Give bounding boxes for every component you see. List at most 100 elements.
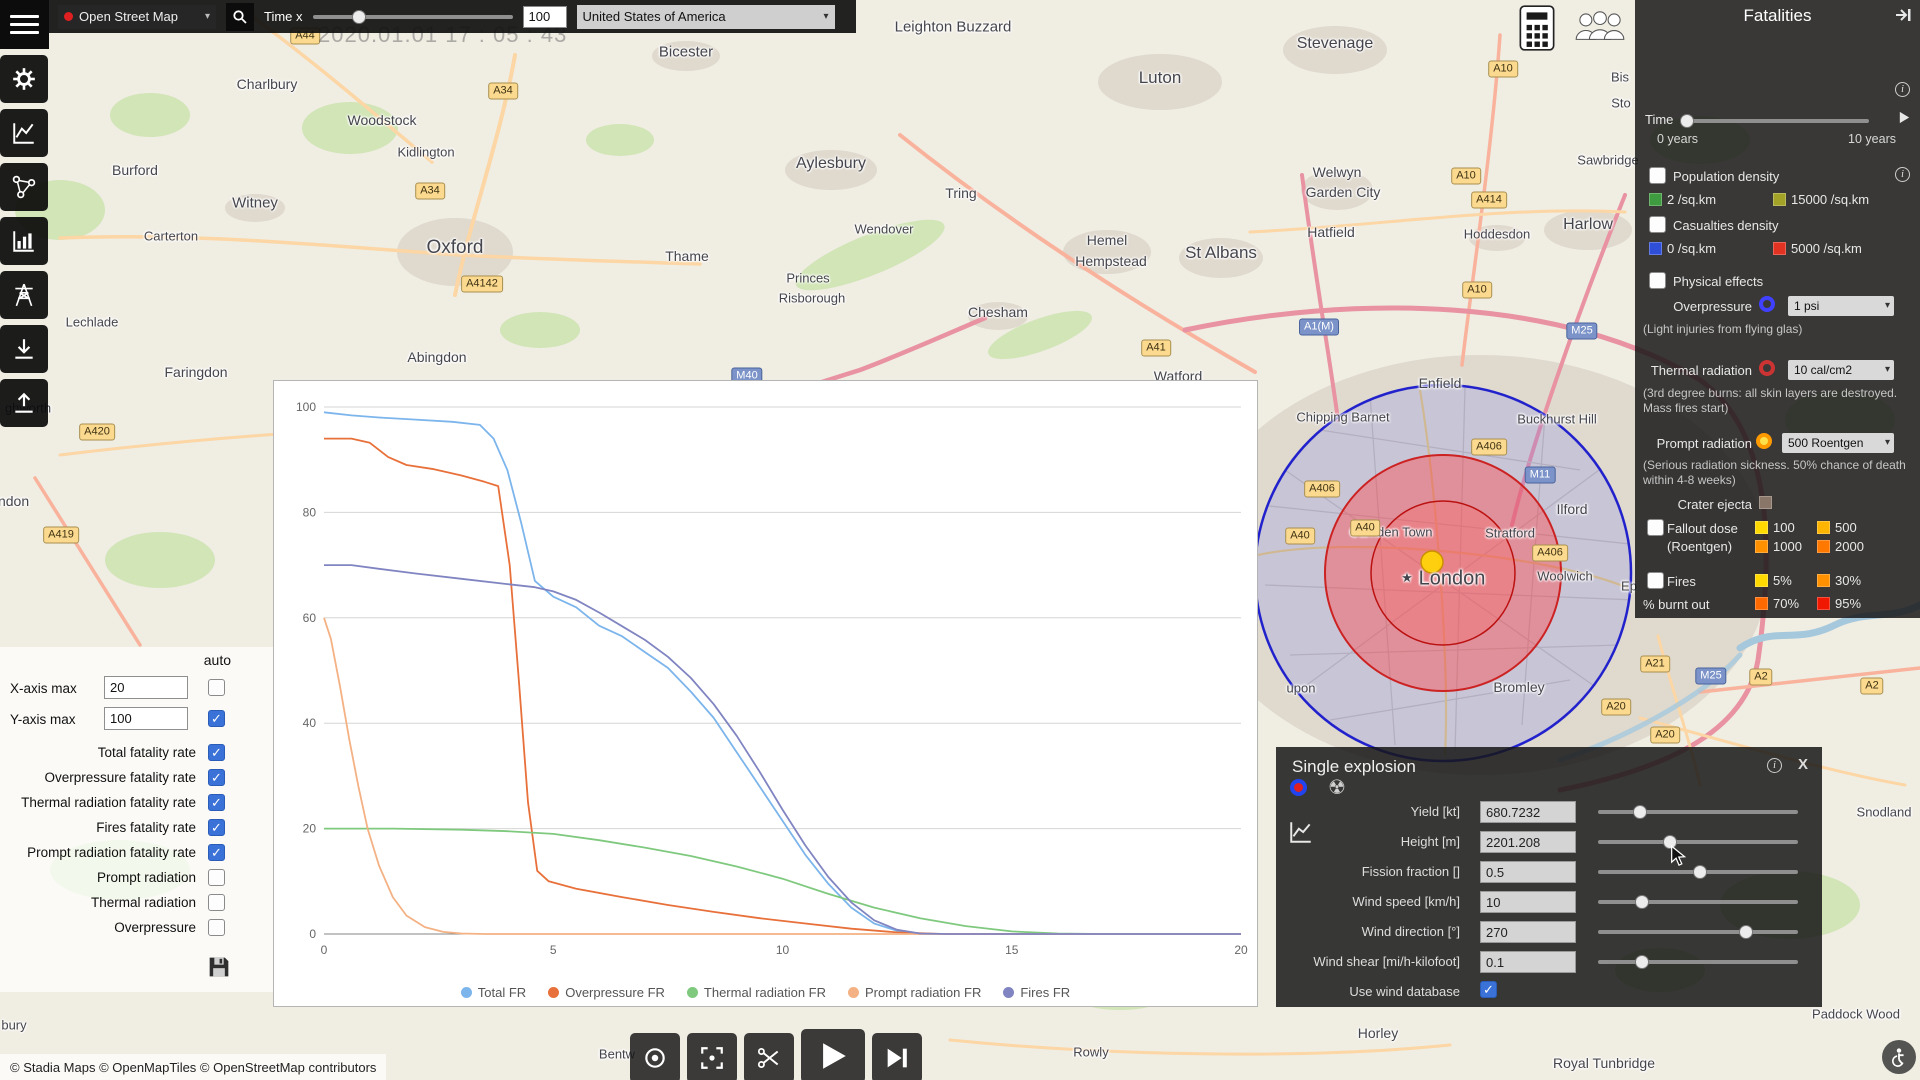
series-toggle-checkbox[interactable]: ✓	[208, 844, 225, 861]
left-toolbar	[0, 55, 48, 427]
settings-icon	[13, 68, 35, 90]
series-toggle-label: Overpressure	[114, 920, 196, 935]
info-icon[interactable]: i	[1895, 167, 1910, 182]
settings-button[interactable]	[0, 55, 48, 103]
legend-label: Fires FR	[1020, 985, 1071, 1000]
fires-checkbox[interactable]	[1647, 572, 1664, 589]
chart-legend: Total FR Overpressure FR Thermal radiation…	[274, 985, 1257, 1000]
param-input[interactable]	[1480, 951, 1576, 973]
series-toggle-row: Thermal radiation	[0, 891, 273, 916]
time-max-label: 10 years	[1848, 132, 1896, 146]
param-input[interactable]	[1480, 891, 1576, 913]
series-toggle-checkbox[interactable]: ✓	[208, 794, 225, 811]
series-toggle-label: Fires fatality rate	[96, 820, 196, 835]
param-label: Yield [kt]	[1410, 804, 1460, 819]
legend-item[interactable]: Thermal radiation FR	[686, 985, 826, 1000]
legend-item[interactable]: Fires FR	[1003, 985, 1070, 1000]
menu-icon[interactable]	[0, 0, 49, 49]
collapse-panel-icon[interactable]	[1894, 7, 1912, 26]
record-target-icon	[645, 1048, 665, 1068]
param-input[interactable]	[1480, 921, 1576, 943]
info-icon[interactable]: i	[1767, 758, 1782, 773]
country-dropdown[interactable]: United States of America ▾	[576, 4, 835, 29]
accessibility-button[interactable]	[1882, 1040, 1916, 1074]
param-input[interactable]	[1480, 861, 1576, 883]
calculator-icon[interactable]	[1512, 2, 1562, 54]
param-input[interactable]	[1480, 831, 1576, 853]
play-icon[interactable]	[1897, 110, 1912, 128]
wind-database-checkbox[interactable]: ✓	[1480, 981, 1497, 998]
download-button[interactable]	[0, 325, 48, 373]
info-icon[interactable]: i	[1895, 82, 1910, 97]
axis-setting-row: X-axis max	[0, 673, 273, 704]
population-density-checkbox[interactable]	[1649, 167, 1666, 184]
line-chart-button[interactable]	[0, 109, 48, 157]
series-toggle-checkbox[interactable]: ✓	[208, 769, 225, 786]
map-style-dropdown[interactable]: Open Street Map ▾	[58, 4, 216, 29]
time-multiplier-slider[interactable]	[312, 9, 513, 24]
panel-title: Single explosion	[1292, 757, 1416, 776]
param-slider[interactable]	[1598, 835, 1798, 849]
cut-clip-icon	[757, 1048, 779, 1068]
ground-zero-marker	[1420, 550, 1444, 574]
series-toggle-checkbox[interactable]: ✓	[208, 744, 225, 761]
param-slider[interactable]	[1598, 955, 1798, 969]
overpressure-select[interactable]: 1 psi	[1788, 296, 1894, 316]
physical-effects-checkbox[interactable]	[1649, 272, 1666, 289]
record-target-button[interactable]	[630, 1033, 680, 1080]
legend-item[interactable]: Total FR	[460, 985, 526, 1000]
prompt-select[interactable]: 500 Roentgen	[1782, 433, 1894, 453]
fatality-chart-panel: 0 20 40 60 80 100 0 5 10 15 20 Total FR Overpressur…	[273, 380, 1258, 1007]
upload-button[interactable]	[0, 379, 48, 427]
overpressure-ring-swatch	[1759, 296, 1775, 312]
casualties-density-checkbox[interactable]	[1649, 216, 1666, 233]
save-chart-button[interactable]	[205, 953, 233, 986]
search-button[interactable]	[226, 2, 254, 31]
chevron-down-icon: ▾	[823, 11, 829, 22]
axis-auto-checkbox[interactable]	[208, 679, 225, 696]
chart-builder-button[interactable]	[0, 217, 48, 265]
physical-effects-label: Physical effects	[1673, 274, 1764, 289]
thermal-select[interactable]: 10 cal/cm2	[1788, 360, 1894, 380]
series-toggle-checkbox[interactable]	[208, 919, 225, 936]
param-slider[interactable]	[1598, 925, 1798, 939]
param-input[interactable]	[1480, 801, 1576, 823]
fallout-dose-checkbox[interactable]	[1647, 519, 1664, 536]
panel-title: Fatalities	[1743, 6, 1812, 25]
prompt-radiation-label: Prompt radiation	[1656, 436, 1752, 451]
region-select-button[interactable]	[687, 1033, 737, 1080]
series-toggle-row: Fires fatality rate ✓	[0, 816, 273, 841]
region-select-icon	[701, 1047, 723, 1069]
series-toggle-checkbox[interactable]: ✓	[208, 819, 225, 836]
top-toolbar: Open Street Map ▾ Time x United States o…	[0, 0, 856, 33]
legend-item[interactable]: Overpressure FR	[548, 985, 665, 1000]
param-slider[interactable]	[1598, 895, 1798, 909]
skip-forward-button[interactable]	[872, 1033, 922, 1080]
axis-max-input[interactable]	[104, 707, 188, 730]
param-slider[interactable]	[1598, 805, 1798, 819]
series-toggle-checkbox[interactable]	[208, 894, 225, 911]
crater-ejecta-label: Crater ejecta	[1677, 497, 1752, 512]
flow-nodes-button[interactable]	[0, 163, 48, 211]
series-toggle-checkbox[interactable]	[208, 869, 225, 886]
axis-max-input[interactable]	[104, 676, 188, 699]
close-icon[interactable]: X	[1798, 756, 1808, 773]
param-slider[interactable]	[1598, 865, 1798, 879]
series-toggle-row: Total fatality rate ✓	[0, 741, 273, 766]
thermal-radiation-label: Thermal radiation	[1650, 363, 1752, 378]
legend-dot-icon	[1003, 987, 1015, 998]
legend-item[interactable]: Prompt radiation FR	[848, 985, 981, 1000]
explosion-marker-icon[interactable]	[1290, 779, 1307, 796]
explosion-param-row: Wind shear [mi/h-kilofoot]	[1276, 947, 1812, 977]
explosion-param-row: Fission fraction []	[1276, 857, 1812, 887]
line-chart-icon	[13, 123, 34, 144]
time-multiplier-input[interactable]	[522, 5, 567, 28]
fatalities-time-slider[interactable]	[1679, 114, 1869, 128]
cut-clip-button[interactable]	[744, 1033, 794, 1080]
series-toggle-row: Thermal radiation fatality rate ✓	[0, 791, 273, 816]
axis-auto-checkbox[interactable]: ✓	[208, 710, 225, 727]
transmission-tower-button[interactable]	[0, 271, 48, 319]
play-button[interactable]	[801, 1029, 865, 1080]
fatality-chart: 0 20 40 60 80 100 0 5 10 15 20	[296, 400, 1248, 957]
population-groups-icon[interactable]	[1570, 2, 1630, 52]
